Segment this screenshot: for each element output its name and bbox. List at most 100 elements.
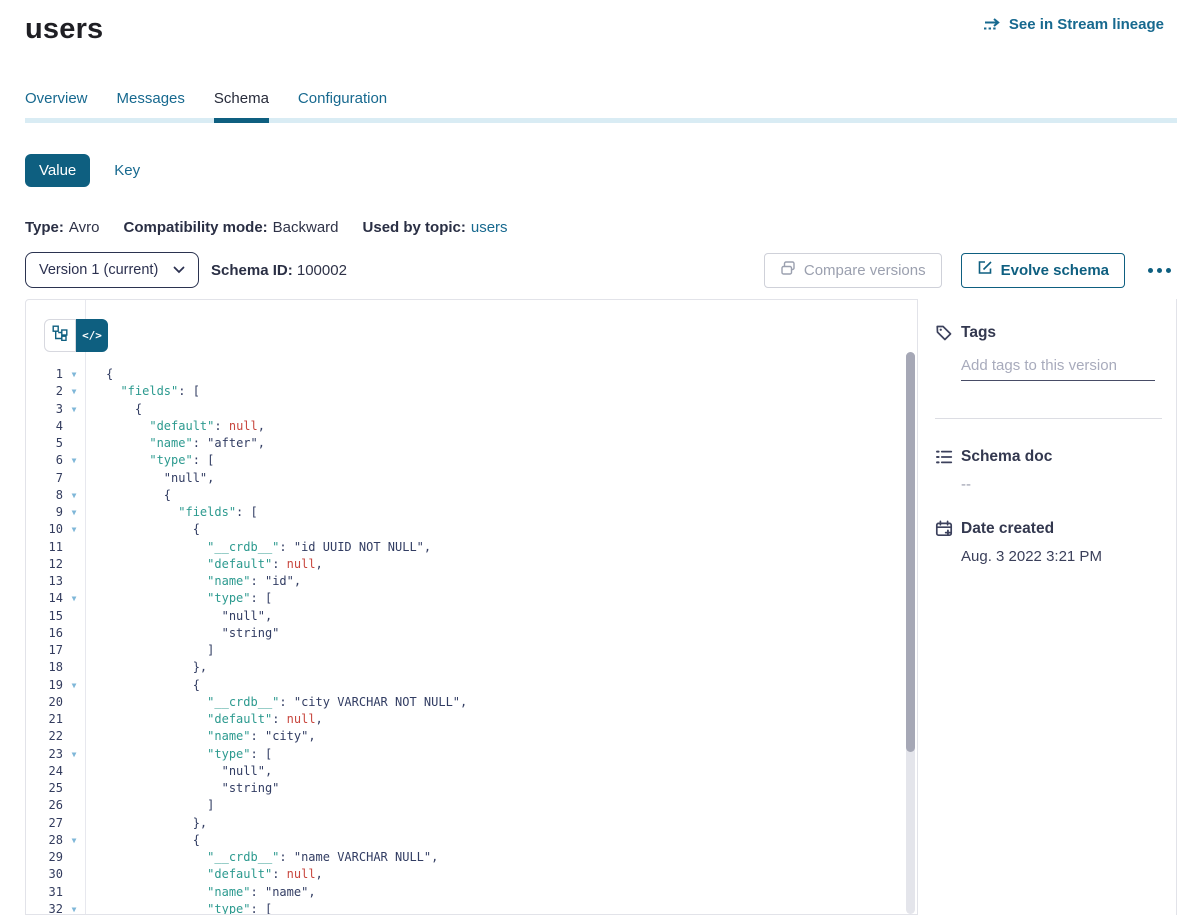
code-line: 32▼ "type": [ [26,901,903,915]
code-line: 3▼ { [26,401,903,418]
fold-toggle-icon[interactable]: ▼ [63,832,85,849]
code-content: { [85,521,200,538]
code-content: ] [85,642,214,659]
code-content: { [85,366,113,383]
fold-toggle-icon[interactable]: ▼ [63,366,85,383]
type-label: Type: [25,219,64,236]
code-content: "name": "after", [85,435,265,452]
schema-id-value: 100002 [297,262,347,279]
date-created-value: Aug. 3 2022 3:21 PM [961,548,1176,565]
line-number: 17 [26,642,63,659]
fold-toggle-icon[interactable]: ▼ [63,401,85,418]
line-number: 13 [26,573,63,590]
code-content: "string" [85,780,279,797]
code-line: 17 ] [26,642,903,659]
line-number: 19 [26,677,63,694]
tab-schema[interactable]: Schema [214,90,269,123]
compare-versions-button[interactable]: Compare versions [764,253,942,288]
code-content: "type": [ [85,746,272,763]
line-number: 1 [26,366,63,383]
tab-messages[interactable]: Messages [117,90,185,123]
fold-toggle-icon[interactable]: ▼ [63,677,85,694]
fold-toggle-icon[interactable]: ▼ [63,590,85,607]
date-created-section: Date created Aug. 3 2022 3:21 PM [935,520,1176,565]
code-content: "type": [ [85,590,272,607]
type-value: Avro [69,219,100,236]
fold-spacer [63,608,85,625]
view-toggle: </> [44,319,108,352]
fold-toggle-icon[interactable]: ▼ [63,901,85,915]
line-number: 7 [26,470,63,487]
tab-bar: Overview Messages Schema Configuration [25,90,1177,123]
fold-spacer [63,694,85,711]
fold-spacer [63,866,85,883]
line-number: 25 [26,780,63,797]
line-number: 29 [26,849,63,866]
key-toggle-button[interactable]: Key [114,162,140,179]
tree-view-button[interactable] [44,319,76,352]
fold-toggle-icon[interactable]: ▼ [63,452,85,469]
stream-lineage-link[interactable]: See in Stream lineage [983,16,1164,33]
code-line: 11 "__crdb__": "id UUID NOT NULL", [26,539,903,556]
more-options-button[interactable] [1144,264,1175,277]
evolve-schema-button[interactable]: Evolve schema [961,253,1125,288]
tags-title: Tags [961,324,996,342]
code-line: 16 "string" [26,625,903,642]
code-line: 1▼{ [26,366,903,383]
schema-doc-section: Schema doc -- [935,448,1176,493]
code-scrollbar-thumb[interactable] [906,352,915,752]
topic-label: Used by topic: [363,219,466,236]
tab-configuration[interactable]: Configuration [298,90,387,123]
code-content: "fields": [ [85,504,258,521]
fold-toggle-icon[interactable]: ▼ [63,383,85,400]
code-content: "null", [85,608,272,625]
code-content: }, [85,815,207,832]
chevron-down-icon [173,262,185,278]
line-number: 2 [26,383,63,400]
topic-link[interactable]: users [471,219,508,236]
fold-spacer [63,539,85,556]
version-select-value: Version 1 (current) [39,262,158,278]
version-select[interactable]: Version 1 (current) [25,252,199,288]
code-line: 28▼ { [26,832,903,849]
code-view-button[interactable]: </> [76,319,108,352]
schema-sidebar: Tags Schema doc -- [918,299,1177,915]
line-number: 22 [26,728,63,745]
schema-doc-value: -- [961,476,1176,493]
fold-toggle-icon[interactable]: ▼ [63,521,85,538]
line-number: 32 [26,901,63,915]
code-line: 19▼ { [26,677,903,694]
code-content: "type": [ [85,901,272,915]
value-toggle-button[interactable]: Value [25,154,90,187]
code-content: { [85,832,200,849]
code-line: 5 "name": "after", [26,435,903,452]
fold-toggle-icon[interactable]: ▼ [63,504,85,521]
schema-page: users See in Stream lineage Overview Mes… [0,0,1189,916]
tags-input[interactable] [961,355,1155,381]
code-view-icon: </> [82,329,102,342]
fold-toggle-icon[interactable]: ▼ [63,487,85,504]
schema-doc-title: Schema doc [961,448,1052,466]
code-content: "__crdb__": "id UUID NOT NULL", [85,539,431,556]
code-content: "name": "city", [85,728,316,745]
value-key-toggle: Value Key [25,154,1177,187]
code-line: 2▼ "fields": [ [26,383,903,400]
fold-spacer [63,711,85,728]
fold-spacer [63,418,85,435]
code-content: "default": null, [85,866,323,883]
stream-lineage-icon [983,18,1002,32]
code-content: "__crdb__": "city VARCHAR NOT NULL", [85,694,467,711]
code-line: 27 }, [26,815,903,832]
fold-toggle-icon[interactable]: ▼ [63,746,85,763]
code-content: { [85,677,200,694]
line-number: 26 [26,797,63,814]
line-number: 23 [26,746,63,763]
version-bar: Version 1 (current) Schema ID: 100002 Co… [25,252,1177,288]
line-number: 9 [26,504,63,521]
line-number: 24 [26,763,63,780]
code-lines: 1▼{2▼ "fields": [3▼ {4 "default": null,5… [26,366,903,915]
fold-spacer [63,815,85,832]
tab-overview[interactable]: Overview [25,90,88,123]
fold-spacer [63,884,85,901]
code-line: 7 "null", [26,470,903,487]
